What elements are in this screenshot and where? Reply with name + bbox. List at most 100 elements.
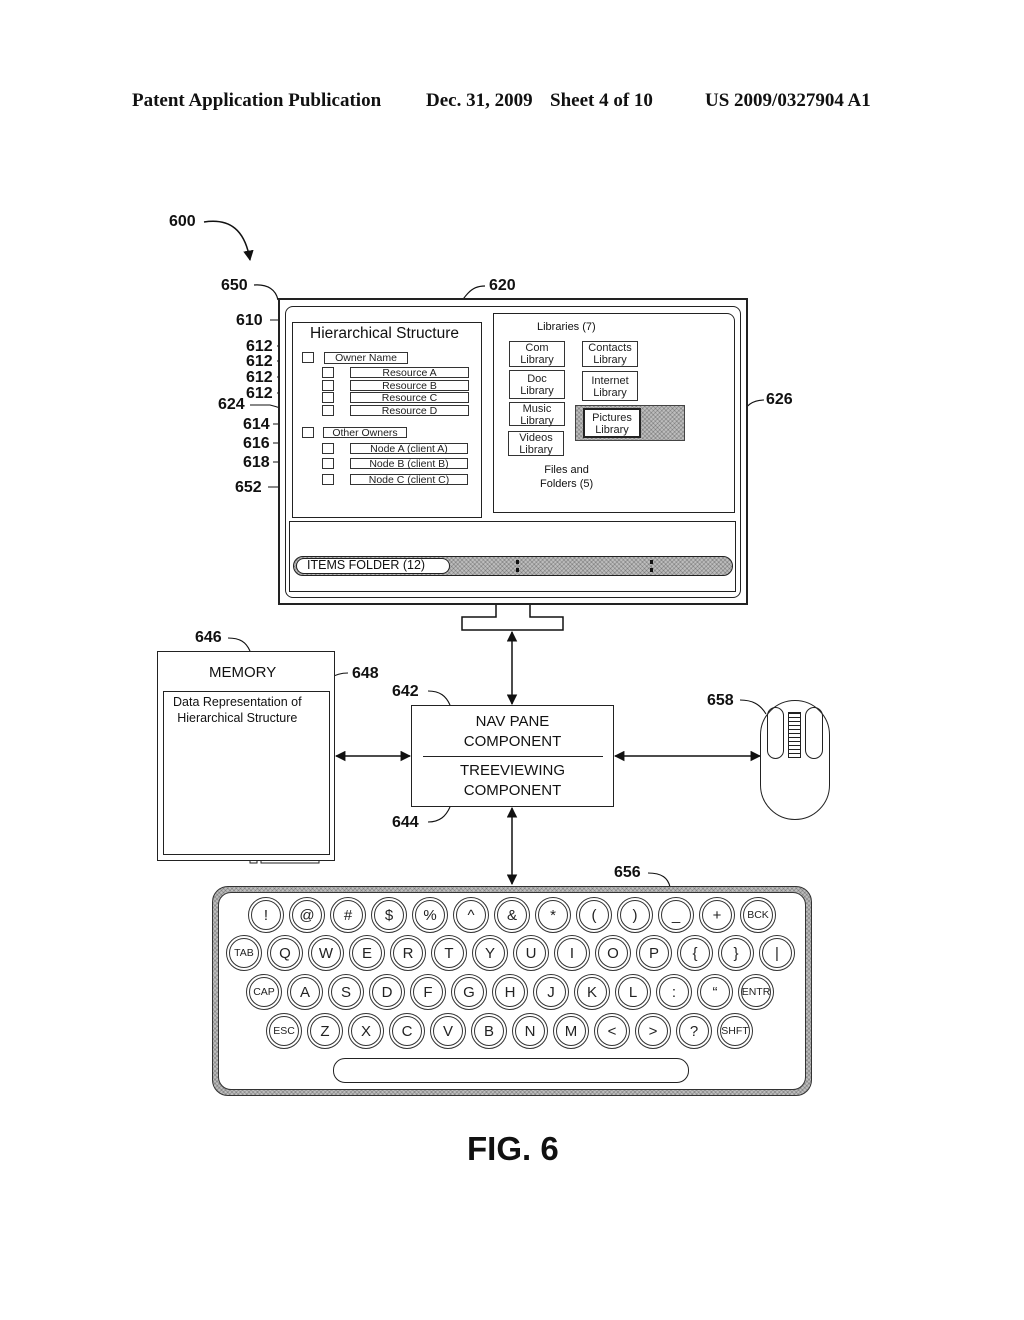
- key-label: |: [775, 944, 779, 962]
- key-2-12[interactable]: ENTR: [738, 974, 774, 1010]
- tree-expander-other-owners[interactable]: [302, 427, 314, 438]
- key-0-3[interactable]: $: [371, 897, 407, 933]
- key-2-6[interactable]: H: [492, 974, 528, 1010]
- key-0-4[interactable]: %: [412, 897, 448, 933]
- key-1-7[interactable]: U: [513, 935, 549, 971]
- tree-node-resource-c[interactable]: Resource C: [350, 392, 469, 403]
- key-0-8[interactable]: (: [576, 897, 612, 933]
- key-0-12[interactable]: BCK: [740, 897, 776, 933]
- key-3-11[interactable]: SHFT: [717, 1013, 753, 1049]
- library-doc[interactable]: Doc Library: [509, 370, 565, 399]
- tree-node-node-c[interactable]: Node C (client C): [350, 474, 468, 485]
- key-3-7[interactable]: M: [553, 1013, 589, 1049]
- publication-date: Dec. 31, 2009: [426, 90, 533, 111]
- key-1-5[interactable]: T: [431, 935, 467, 971]
- key-label: *: [550, 906, 556, 924]
- tree-node-node-b[interactable]: Node B (client B): [350, 458, 468, 469]
- key-1-1[interactable]: Q: [267, 935, 303, 971]
- key-1-11[interactable]: {: [677, 935, 713, 971]
- key-3-6[interactable]: N: [512, 1013, 548, 1049]
- key-3-3[interactable]: C: [389, 1013, 425, 1049]
- tree-expander-resource-c[interactable]: [322, 392, 334, 403]
- library-contacts-line1: Contacts: [588, 342, 632, 354]
- library-contacts[interactable]: Contacts Library: [582, 341, 638, 367]
- key-3-8[interactable]: <: [594, 1013, 630, 1049]
- library-pictures-selected[interactable]: Pictures Library: [583, 408, 641, 438]
- scroll-grip-2[interactable]: [650, 560, 656, 572]
- key-3-2[interactable]: X: [348, 1013, 384, 1049]
- key-0-11[interactable]: +: [699, 897, 735, 933]
- key-2-11[interactable]: “: [697, 974, 733, 1010]
- key-label: ESC: [273, 1025, 295, 1037]
- tree-node-resource-d[interactable]: Resource D: [350, 405, 469, 416]
- key-2-0[interactable]: CAP: [246, 974, 282, 1010]
- ref-616: 616: [243, 435, 270, 452]
- key-1-6[interactable]: Y: [472, 935, 508, 971]
- key-3-10[interactable]: ?: [676, 1013, 712, 1049]
- ref-650: 650: [221, 277, 248, 294]
- key-1-10[interactable]: P: [636, 935, 672, 971]
- library-com[interactable]: Com Library: [509, 341, 565, 367]
- key-1-4[interactable]: R: [390, 935, 426, 971]
- key-3-5[interactable]: B: [471, 1013, 507, 1049]
- key-2-10[interactable]: :: [656, 974, 692, 1010]
- key-label: I: [569, 944, 575, 962]
- key-2-1[interactable]: A: [287, 974, 323, 1010]
- key-0-6[interactable]: &: [494, 897, 530, 933]
- library-music-line1: Music: [522, 403, 552, 415]
- publication-title: Patent Application Publication: [132, 90, 382, 111]
- spacebar[interactable]: [333, 1058, 689, 1083]
- tree-node-owner-name[interactable]: Owner Name: [324, 352, 408, 364]
- tree-expander-resource-b[interactable]: [322, 380, 334, 391]
- tree-expander-resource-d[interactable]: [322, 405, 334, 416]
- files-folders-header[interactable]: Files and Folders (5): [540, 463, 593, 491]
- key-3-4[interactable]: V: [430, 1013, 466, 1049]
- key-2-3[interactable]: D: [369, 974, 405, 1010]
- key-0-7[interactable]: *: [535, 897, 571, 933]
- tree-expander-owner[interactable]: [302, 352, 314, 363]
- key-label: A: [299, 983, 310, 1001]
- tree-line1: TREEVIEWING: [459, 762, 565, 779]
- library-videos[interactable]: Videos Library: [508, 431, 564, 456]
- tree-node-node-a[interactable]: Node A (client A): [350, 443, 468, 454]
- ref-656: 656: [614, 864, 641, 881]
- tree-expander-resource-a[interactable]: [322, 367, 334, 378]
- mouse-scroll-wheel[interactable]: [788, 712, 801, 758]
- key-2-5[interactable]: G: [451, 974, 487, 1010]
- key-2-9[interactable]: L: [615, 974, 651, 1010]
- mouse-right-button[interactable]: [805, 707, 823, 759]
- tree-expander-node-a[interactable]: [322, 443, 334, 454]
- key-2-4[interactable]: F: [410, 974, 446, 1010]
- key-1-8[interactable]: I: [554, 935, 590, 971]
- library-internet[interactable]: Internet Library: [582, 371, 638, 401]
- tree-node-resource-a[interactable]: Resource A: [350, 367, 469, 378]
- key-2-7[interactable]: J: [533, 974, 569, 1010]
- key-0-5[interactable]: ^: [453, 897, 489, 933]
- key-1-9[interactable]: O: [595, 935, 631, 971]
- key-3-9[interactable]: >: [635, 1013, 671, 1049]
- tree-expander-node-b[interactable]: [322, 458, 334, 469]
- key-1-0[interactable]: TAB: [226, 935, 262, 971]
- key-1-2[interactable]: W: [308, 935, 344, 971]
- tree-expander-node-c[interactable]: [322, 474, 334, 485]
- key-1-3[interactable]: E: [349, 935, 385, 971]
- mouse-left-button[interactable]: [767, 707, 784, 759]
- key-1-13[interactable]: |: [759, 935, 795, 971]
- items-folder-button[interactable]: ITEMS FOLDER (12): [296, 558, 450, 574]
- scroll-grip-1[interactable]: [516, 560, 522, 572]
- key-1-12[interactable]: }: [718, 935, 754, 971]
- library-music[interactable]: Music Library: [509, 402, 565, 427]
- key-2-8[interactable]: K: [574, 974, 610, 1010]
- key-0-10[interactable]: _: [658, 897, 694, 933]
- libraries-header[interactable]: Libraries (7): [537, 321, 596, 333]
- key-label: M: [564, 1022, 578, 1040]
- key-0-9[interactable]: ): [617, 897, 653, 933]
- key-0-2[interactable]: #: [330, 897, 366, 933]
- key-2-2[interactable]: S: [328, 974, 364, 1010]
- tree-node-resource-b[interactable]: Resource B: [350, 380, 469, 391]
- key-3-0[interactable]: ESC: [266, 1013, 302, 1049]
- tree-node-other-owners[interactable]: Other Owners: [323, 427, 407, 438]
- key-0-1[interactable]: @: [289, 897, 325, 933]
- key-3-1[interactable]: Z: [307, 1013, 343, 1049]
- key-0-0[interactable]: !: [248, 897, 284, 933]
